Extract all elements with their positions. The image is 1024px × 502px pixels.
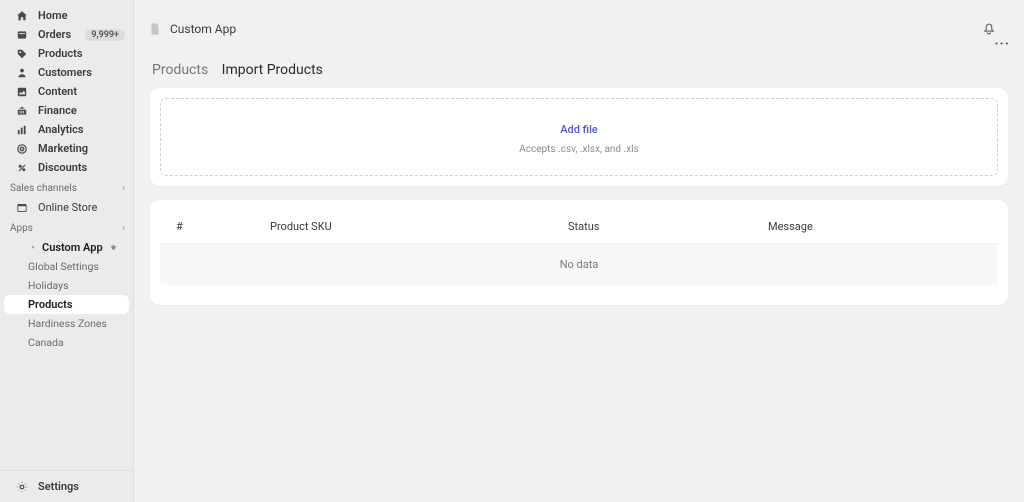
store-icon	[14, 202, 30, 214]
nav-label: Home	[38, 9, 68, 22]
sidebar: Home Orders 9,999+ Products Customers Co…	[0, 0, 134, 502]
add-file-button[interactable]: Add file	[554, 121, 604, 138]
section-apps[interactable]: Apps ›	[0, 217, 133, 238]
app-sub-canada[interactable]: Canada	[0, 333, 133, 352]
results-table: # Product SKU Status Message No data	[150, 200, 1008, 305]
nav-home[interactable]: Home	[0, 6, 133, 25]
empty-text: No data	[560, 258, 599, 271]
col-header-sku: Product SKU	[270, 220, 568, 233]
app-sub-label: Products	[28, 298, 73, 311]
content-icon	[14, 86, 30, 98]
section-label: Apps	[10, 223, 33, 234]
nav-label: Content	[38, 85, 77, 98]
app-sub-holidays[interactable]: Holidays	[0, 276, 133, 295]
analytics-icon	[14, 124, 30, 136]
nav-online-store[interactable]: Online Store	[0, 198, 133, 217]
file-icon	[148, 22, 162, 36]
col-header-num: #	[170, 220, 270, 233]
app-label: Custom App	[42, 241, 103, 254]
pin-icon[interactable]	[109, 243, 118, 252]
orders-icon	[14, 29, 30, 41]
app-sub-label: Global Settings	[28, 260, 99, 273]
nav-orders[interactable]: Orders 9,999+	[0, 25, 133, 44]
nav-label: Finance	[38, 104, 77, 117]
products-icon	[14, 48, 30, 60]
col-header-status: Status	[568, 220, 768, 233]
nav-label: Settings	[38, 480, 79, 493]
nav-products[interactable]: Products	[0, 44, 133, 63]
nav-analytics[interactable]: Analytics	[0, 120, 133, 139]
marketing-icon	[14, 143, 30, 155]
breadcrumb: Products Import Products	[134, 58, 1024, 88]
nav-label: Orders	[38, 28, 71, 41]
nav-label: Customers	[38, 66, 92, 79]
nav-label: Discounts	[38, 161, 87, 174]
finance-icon	[14, 105, 30, 117]
nav-label: Marketing	[38, 142, 88, 155]
nav-label: Products	[38, 47, 83, 60]
nav-discounts[interactable]: Discounts	[0, 158, 133, 177]
nav-marketing[interactable]: Marketing	[0, 139, 133, 158]
app-custom-app[interactable]: ▪ Custom App	[0, 238, 133, 257]
app-sub-hardiness-zones[interactable]: Hardiness Zones	[0, 314, 133, 333]
chevron-right-icon: ›	[122, 223, 125, 234]
tree-marker-icon: ▪	[28, 242, 38, 253]
nav-finance[interactable]: Finance	[0, 101, 133, 120]
main-content: Custom App ··· Products Import Products …	[134, 0, 1024, 502]
nav-label: Online Store	[38, 201, 97, 214]
breadcrumb-link-products[interactable]: Products	[152, 62, 208, 78]
nav-content[interactable]: Content	[0, 82, 133, 101]
topbar-title: Custom App	[170, 22, 236, 36]
nav-label: Analytics	[38, 123, 84, 136]
app-sub-label: Canada	[28, 336, 64, 349]
section-sales-channels[interactable]: Sales channels ›	[0, 177, 133, 198]
breadcrumb-current: Import Products	[222, 62, 323, 78]
app-sub-label: Hardiness Zones	[28, 317, 107, 330]
gear-icon	[14, 481, 30, 493]
customers-icon	[14, 67, 30, 79]
section-label: Sales channels	[10, 183, 77, 194]
discounts-icon	[14, 162, 30, 174]
nav-customers[interactable]: Customers	[0, 63, 133, 82]
table-empty-row: No data	[160, 244, 998, 285]
orders-badge: 9,999+	[85, 29, 125, 41]
app-sub-products[interactable]: Products	[4, 295, 129, 314]
col-header-message: Message	[768, 220, 988, 233]
app-sub-label: Holidays	[28, 279, 69, 292]
chevron-right-icon: ›	[122, 183, 125, 194]
table-header: # Product SKU Status Message	[160, 212, 998, 244]
upload-card: Add file Accepts .csv, .xlsx, and .xls	[150, 88, 1008, 186]
nav-settings[interactable]: Settings	[0, 477, 133, 496]
more-icon[interactable]: ···	[994, 36, 1010, 52]
accepts-hint: Accepts .csv, .xlsx, and .xls	[171, 144, 987, 155]
file-dropzone[interactable]: Add file Accepts .csv, .xlsx, and .xls	[160, 98, 998, 176]
topbar: Custom App ···	[134, 0, 1024, 58]
home-icon	[14, 10, 30, 22]
app-sub-global-settings[interactable]: Global Settings	[0, 257, 133, 276]
notification-icon[interactable]	[982, 22, 1010, 36]
